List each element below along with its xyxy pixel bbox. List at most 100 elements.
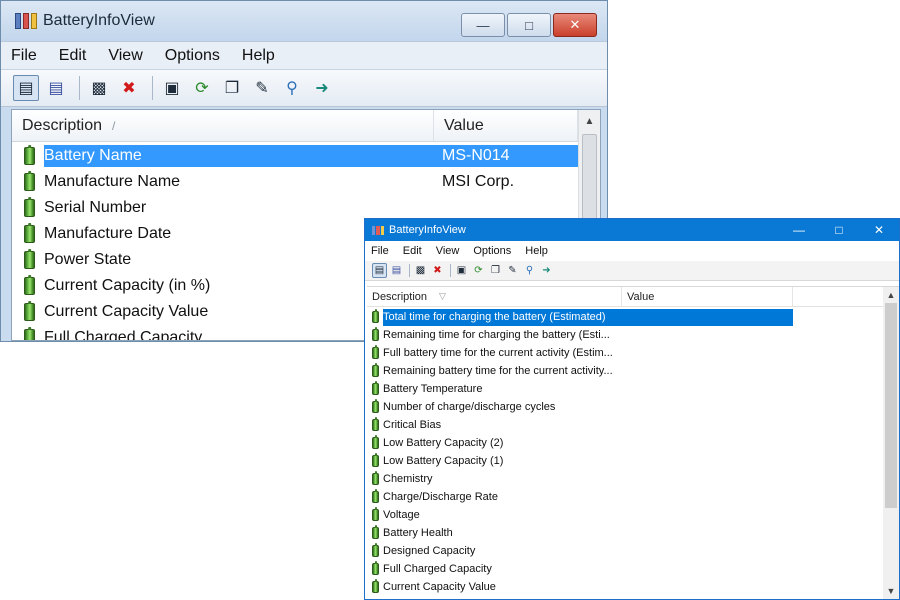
item-description: Current Capacity Value [383,581,496,593]
column-value[interactable]: Value [434,110,578,141]
delete-icon[interactable]: ✖ [430,263,445,278]
list-item[interactable]: Critical Bias [367,416,883,434]
exit-icon[interactable]: ➜ [539,263,554,278]
list-item[interactable]: Remaining battery time for the current a… [367,362,883,380]
list-item[interactable]: Remaining time for charging the battery … [367,326,883,344]
battery-icon [24,277,35,295]
battery-icon [372,365,379,377]
column-value[interactable]: Value [622,287,793,306]
item-value: MS-N014 [442,145,578,167]
copy-icon[interactable]: ❐ [488,263,503,278]
maximize-button[interactable]: □ [819,219,859,241]
find-icon[interactable]: ⚲ [279,75,305,101]
battery-icon [372,527,379,539]
list-item[interactable]: Manufacture Name MSI Corp. [12,169,578,195]
html-report-icon[interactable]: ▩ [413,263,428,278]
list-item[interactable]: Full battery time for the current activi… [367,344,883,362]
minimize-button[interactable]: — [461,13,505,37]
list-item[interactable]: Battery Temperature [367,380,883,398]
battery-icon [372,329,379,341]
list-item[interactable]: Battery Health [367,524,883,542]
list-item[interactable]: Current Capacity Value [367,578,883,596]
menu-bar: File Edit View Options Help [365,241,899,261]
list-item[interactable]: Full Charged Capacity [367,560,883,578]
list-item[interactable]: Chemistry [367,470,883,488]
item-description: Total time for charging the battery (Est… [383,308,793,326]
save-icon[interactable]: ▣ [159,75,185,101]
item-description: Serial Number [44,199,147,216]
close-button[interactable]: ✕ [553,13,597,37]
battery-icon [372,491,379,503]
item-description: Battery Name [44,145,442,167]
refresh-icon[interactable]: ⟳ [189,75,215,101]
options-icon[interactable]: ✎ [249,75,275,101]
menu-view[interactable]: View [108,47,142,65]
options-icon[interactable]: ✎ [505,263,520,278]
html-report-icon[interactable]: ▩ [86,75,112,101]
battery-icon [24,329,35,340]
scroll-up-icon[interactable]: ▲ [883,287,899,303]
battery-icon [24,173,35,191]
vertical-scrollbar[interactable]: ▲ ▼ [883,287,899,599]
minimize-button[interactable]: — [779,219,819,241]
menu-file[interactable]: File [371,245,389,257]
report-icon[interactable]: ▤ [389,263,404,278]
refresh-icon[interactable]: ⟳ [471,263,486,278]
title-bar[interactable]: BatteryInfoView — □ ✕ [1,1,607,41]
menu-options[interactable]: Options [473,245,511,257]
menu-options[interactable]: Options [165,47,220,65]
item-description: Designed Capacity [383,545,476,557]
item-description: Critical Bias [383,419,442,431]
list-item[interactable]: Charge/Discharge Rate [367,488,883,506]
list-item[interactable]: Total time for charging the battery (Est… [367,308,883,326]
list-header: Description ▽ Value [367,287,899,307]
menu-view[interactable]: View [436,245,460,257]
window-title: BatteryInfoView [389,224,466,236]
item-description: Full Charged Capacity [383,563,492,575]
menu-edit[interactable]: Edit [403,245,422,257]
scroll-up-icon[interactable]: ▲ [579,110,600,132]
title-bar[interactable]: BatteryInfoView — □ ✕ [365,219,899,241]
item-description: Manufacture Name [44,173,181,190]
properties-icon[interactable]: ▤ [372,263,387,278]
menu-edit[interactable]: Edit [59,47,87,65]
item-description: Remaining battery time for the current a… [383,365,613,377]
item-description: Low Battery Capacity (1) [383,455,504,467]
menu-file[interactable]: File [11,47,37,65]
toolbar: ▤ ▤ ▩ ✖ ▣ ⟳ ❐ ✎ ⚲ ➜ [365,261,899,281]
save-icon[interactable]: ▣ [454,263,469,278]
list-item[interactable]: Number of charge/discharge cycles [367,398,883,416]
scroll-down-icon[interactable]: ▼ [883,583,899,599]
exit-icon[interactable]: ➜ [309,75,335,101]
item-description: Remaining time for charging the battery … [383,329,610,341]
battery-icon [24,251,35,269]
battery-icon [372,383,379,395]
menu-help[interactable]: Help [525,245,548,257]
find-icon[interactable]: ⚲ [522,263,537,278]
battery-icon [372,401,379,413]
item-description: Number of charge/discharge cycles [383,401,556,413]
battery-icon [372,563,379,575]
copy-icon[interactable]: ❐ [219,75,245,101]
list-item[interactable]: Voltage [367,506,883,524]
battery-icon [372,347,379,359]
menu-help[interactable]: Help [242,47,275,65]
list-item[interactable]: Low Battery Capacity (1) [367,452,883,470]
toolbar: ▤ ▤ ▩ ✖ ▣ ⟳ ❐ ✎ ⚲ ➜ [1,69,607,107]
list-item[interactable]: Battery Name MS-N014 [12,143,578,169]
battery-icon [372,545,379,557]
properties-icon[interactable]: ▤ [13,75,39,101]
list-item[interactable]: Low Battery Capacity (2) [367,434,883,452]
report-icon[interactable]: ▤ [43,75,69,101]
list-item[interactable]: Designed Capacity [367,542,883,560]
column-description[interactable]: Description / [12,110,434,141]
battery-info-list[interactable]: Description ▽ Value Total time for charg… [367,286,899,599]
column-description[interactable]: Description ▽ [367,287,622,306]
item-description: Voltage [383,509,420,521]
scroll-thumb[interactable] [885,303,897,508]
battery-icon [372,473,379,485]
maximize-button[interactable]: □ [507,13,551,37]
item-description: Low Battery Capacity (2) [383,437,504,449]
close-button[interactable]: ✕ [859,219,899,241]
delete-icon[interactable]: ✖ [116,75,142,101]
